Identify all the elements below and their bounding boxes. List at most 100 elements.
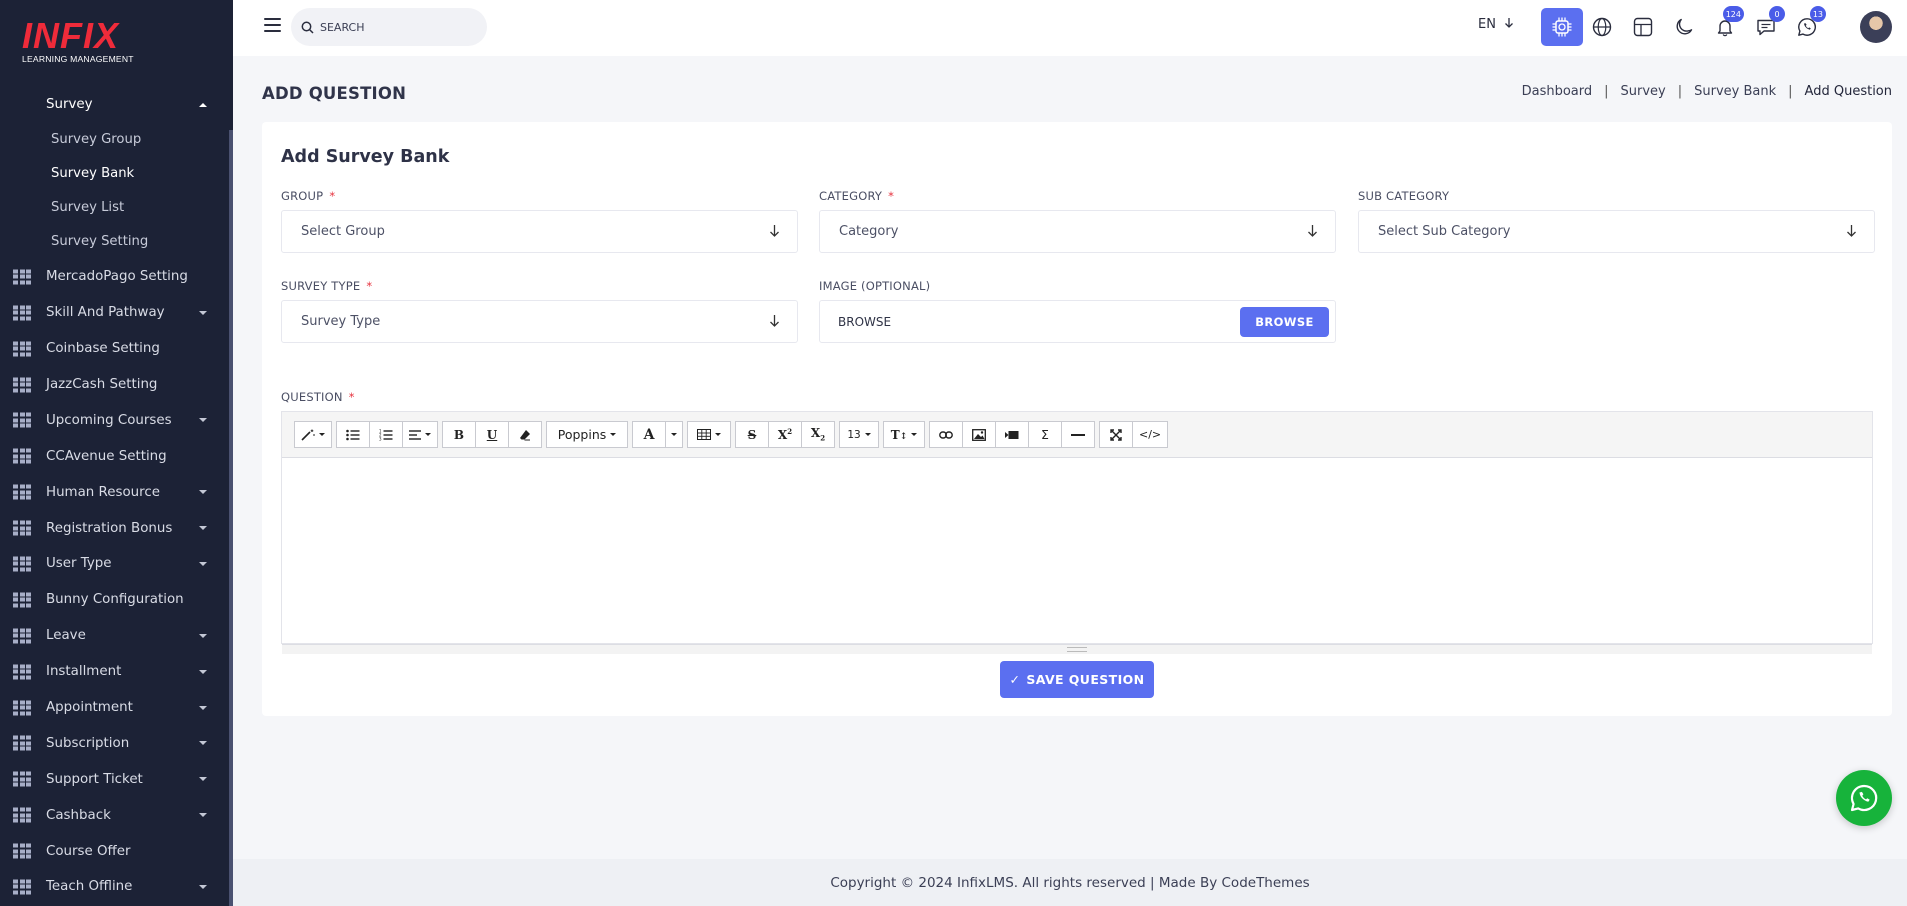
bold-button[interactable]: B [442, 421, 476, 448]
messages-button[interactable]: 0 [1751, 6, 1785, 42]
breadcrumb: Dashboard | Survey | Survey Bank | Add Q… [1522, 84, 1892, 99]
copyright-text: Copyright © 2024 InfixLMS. All rights re… [830, 874, 1310, 891]
sidebar-subitem-survey-setting[interactable]: Survey Setting [0, 225, 229, 259]
sigma-icon: Σ [1041, 427, 1049, 442]
sidebar-subitem-survey-list[interactable]: Survey List [0, 191, 229, 225]
notifications-button[interactable]: 124 [1710, 6, 1744, 42]
globe-button[interactable] [1587, 12, 1617, 42]
code-view-button[interactable]: </> [1132, 421, 1169, 448]
underline-button[interactable]: U [475, 421, 509, 448]
sidebar-item-course-offer[interactable]: Course Offer [0, 833, 229, 869]
font-color-button[interactable]: A [632, 421, 666, 448]
grid-icon [13, 341, 31, 357]
brand-logo[interactable]: INFIX LEARNING MANAGEMENT [22, 18, 142, 66]
font-family-select[interactable]: Poppins [546, 421, 628, 448]
chevron-down-icon [199, 741, 207, 746]
insert-image-button[interactable] [962, 421, 996, 448]
style-button[interactable] [294, 421, 332, 448]
dark-mode-button[interactable] [1669, 12, 1699, 42]
sidebar-item-skill-and-pathway[interactable]: Skill And Pathway [0, 295, 229, 331]
insert-link-button[interactable] [929, 421, 963, 448]
browse-button[interactable]: BROWSE [1240, 307, 1329, 337]
line-height-button[interactable]: T↕ [883, 421, 925, 448]
font-size-select[interactable]: 13 [839, 421, 879, 448]
save-question-button[interactable]: ✓ SAVE QUESTION [1000, 661, 1154, 698]
sidebar-item-mercadopago-setting[interactable]: MercadoPago Setting [0, 259, 229, 295]
layout-button[interactable] [1628, 12, 1658, 42]
sidebar-item-teach-offline[interactable]: Teach Offline [0, 869, 229, 905]
grid-icon [13, 735, 31, 751]
sub-category-select[interactable]: Select Sub Category [1358, 210, 1875, 253]
svg-text:3: 3 [379, 436, 382, 441]
sidebar-item-label: Teach Offline [46, 879, 133, 895]
grid-icon [13, 628, 31, 644]
sidebar-item-registration-bonus[interactable]: Registration Bonus [0, 510, 229, 546]
arrow-down-icon [1308, 225, 1317, 237]
group-select[interactable]: Select Group [281, 210, 798, 253]
sidebar-item-label: Leave [46, 628, 86, 644]
grid-icon [13, 879, 31, 895]
whatsapp-messages-button[interactable]: 13 [1792, 6, 1826, 42]
logo-word: INFIX [22, 15, 120, 56]
insert-video-button[interactable] [995, 421, 1029, 448]
sidebar-item-upcoming-courses[interactable]: Upcoming Courses [0, 402, 229, 438]
font-color-dropdown[interactable] [665, 421, 683, 448]
sidebar-item-ccavenue-setting[interactable]: CCAvenue Setting [0, 438, 229, 474]
underline-icon: U [486, 427, 498, 442]
question-editor-area[interactable] [282, 458, 1872, 632]
sidebar-item-label: Human Resource [46, 484, 160, 500]
sidebar-item-support-ticket[interactable]: Support Ticket [0, 761, 229, 797]
sidebar-subitem-survey-bank[interactable]: Survey Bank [0, 157, 229, 191]
survey-type-select[interactable]: Survey Type [281, 300, 798, 343]
breadcrumb-survey-bank[interactable]: Survey Bank [1694, 84, 1776, 99]
insert-math-button[interactable]: Σ [1028, 421, 1062, 448]
sidebar-item-user-type[interactable]: User Type [0, 546, 229, 582]
breadcrumb-survey[interactable]: Survey [1621, 84, 1666, 99]
ordered-list-button[interactable]: 123 [369, 421, 403, 448]
sidebar-item-human-resource[interactable]: Human Resource [0, 474, 229, 510]
sidebar-item-label: Upcoming Courses [46, 412, 172, 428]
language-selector[interactable]: EN [1478, 17, 1514, 32]
ai-chip-button[interactable] [1541, 8, 1583, 46]
sidebar-subitem-survey-group[interactable]: Survey Group [0, 123, 229, 157]
sidebar-item-bunny-configuration[interactable]: Bunny Configuration [0, 582, 229, 618]
breadcrumb-dashboard[interactable]: Dashboard [1522, 84, 1593, 99]
sidebar-item-coinbase-setting[interactable]: Coinbase Setting [0, 331, 229, 367]
sidebar-item-appointment[interactable]: Appointment [0, 690, 229, 726]
sidebar-item-label: Registration Bonus [46, 520, 173, 536]
sidebar-item-label: Cashback [46, 807, 111, 823]
expand-icon [1110, 428, 1122, 441]
image-file-input[interactable]: BROWSE BROWSE [819, 300, 1336, 343]
user-avatar[interactable] [1860, 11, 1892, 43]
search-box[interactable] [291, 8, 487, 46]
breadcrumb-separator: | [1604, 84, 1609, 99]
sidebar-item-jazzcash-setting[interactable]: JazzCash Setting [0, 367, 229, 403]
text-height-icon: T↕ [890, 427, 908, 442]
table-button[interactable] [687, 421, 731, 448]
fullscreen-button[interactable] [1099, 421, 1133, 448]
subscript-button[interactable]: X2 [801, 421, 835, 448]
chevron-down-icon [199, 490, 207, 495]
clear-format-button[interactable] [508, 421, 542, 448]
strikethrough-icon: S [747, 427, 757, 442]
sidebar-item-leave[interactable]: Leave [0, 618, 229, 654]
sidebar-item-survey[interactable]: Survey [0, 87, 229, 123]
breadcrumb-separator: | [1788, 84, 1793, 99]
whatsapp-chat-button[interactable] [1836, 770, 1892, 826]
chevron-down-icon [199, 777, 207, 782]
menu-toggle-icon[interactable] [264, 18, 281, 32]
paragraph-align-button[interactable] [402, 421, 438, 448]
horizontal-rule-button[interactable] [1061, 421, 1095, 448]
strikethrough-button[interactable]: S [735, 421, 769, 448]
sidebar-item-cashback[interactable]: Cashback [0, 797, 229, 833]
search-input[interactable] [320, 20, 470, 34]
sidebar-item-installment[interactable]: Installment [0, 654, 229, 690]
magic-wand-icon [301, 429, 315, 441]
sidebar-scrollbar[interactable] [229, 130, 233, 906]
category-select[interactable]: Category [819, 210, 1336, 253]
unordered-list-button[interactable] [336, 421, 370, 448]
superscript-button[interactable]: X2 [768, 421, 802, 448]
survey-type-label: SURVEY TYPE * [281, 279, 373, 293]
sidebar-item-subscription[interactable]: Subscription [0, 725, 229, 761]
editor-resize-handle[interactable] [282, 644, 1872, 654]
